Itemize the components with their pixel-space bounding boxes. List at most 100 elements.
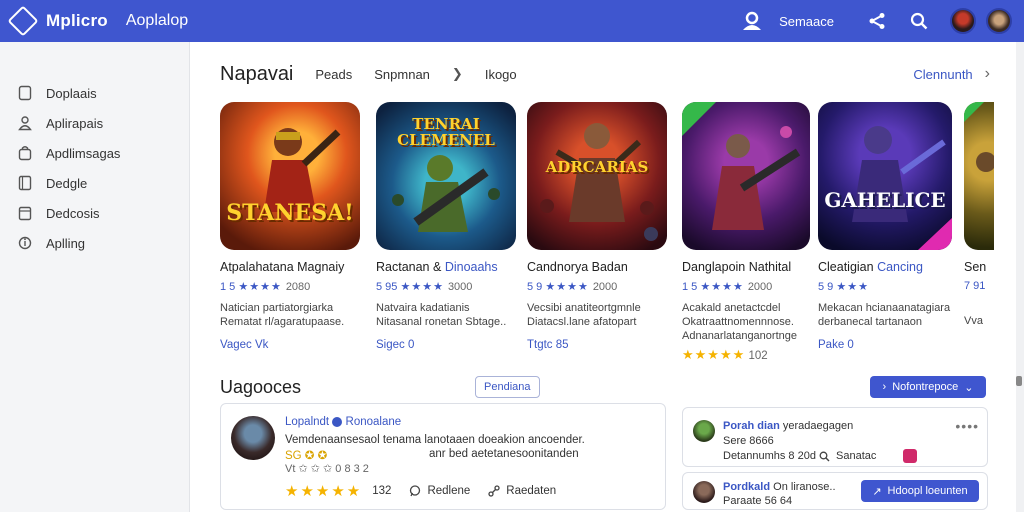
app-name: Cleatigian Cancing <box>818 260 923 274</box>
filter-button[interactable]: Pendiana <box>475 376 540 398</box>
main-content: Napavai Peads Snpmnan ❯ Ikogo Clennunth ›… <box>190 42 1016 512</box>
app-description: Natician partiatorgiarka Rematat rl/agara… <box>220 302 345 328</box>
sidebar-item-doplaais[interactable]: Doplaais <box>0 78 189 108</box>
review-count: 132 <box>372 485 392 497</box>
chevron-right-icon: › <box>984 65 990 82</box>
app-card[interactable]: TENRAI CLEMENEL Ractanan & Dinoaahs 5 95… <box>376 102 516 351</box>
review-emoji-row: SG ✪ ✪ <box>285 450 328 462</box>
rating-stars-icon: ★★★★ <box>700 281 744 293</box>
sidebar-item-label: Aplling <box>46 235 86 251</box>
gold-stars-icon: ★★★★★ <box>682 347 746 362</box>
reviewer-name[interactable]: Lopalndt Ronoalane <box>285 416 401 428</box>
tab-peads[interactable]: Peads <box>315 67 352 82</box>
tab-ikogo[interactable]: Ikogo <box>485 67 517 82</box>
app-thumbnail[interactable] <box>964 102 994 250</box>
app-card-carousel: STANESA! Atpalahatana Magnaiy 1 5 ★★★★ 20… <box>220 102 994 372</box>
reply-button[interactable]: Redlene <box>409 485 470 497</box>
reviewer-avatar[interactable] <box>693 481 715 503</box>
reviewer-line: Porah dian yeradaegagen <box>723 420 854 432</box>
app-thumbnail[interactable]: GAHELICE <box>818 102 952 250</box>
account-icon[interactable] <box>739 8 765 34</box>
app-rating: 7 91 <box>964 280 986 292</box>
user-avatar-2[interactable] <box>986 8 1012 34</box>
send-link[interactable]: Sanatac <box>819 450 876 462</box>
reply-button[interactable]: ↗ Hdoopl loeunten <box>861 480 979 502</box>
app-card[interactable]: Danglapoin Nathital 1 5 ★★★★ 2000 Acakald… <box>682 102 810 363</box>
sidebar-item-label: Aplirapais <box>46 115 104 131</box>
diamond-logo-icon <box>7 5 39 37</box>
app-description: Natvaira kadatianis Nitasanal ronetan Sbt… <box>376 302 507 328</box>
review-text: anr bed aetetanesoonitanden <box>429 448 579 460</box>
user-avatar-1[interactable] <box>950 8 976 34</box>
sidebar: Doplaais Aplirapais Apdlimsagas Dedgle D… <box>0 42 190 512</box>
app-thumbnail[interactable]: STANESA! <box>220 102 360 250</box>
app-description: Vecsibi anatiteortgmnle Diatacsl.lane afa… <box>527 302 641 328</box>
search-icon <box>819 451 830 461</box>
chevron-right-icon[interactable]: ❯ <box>452 66 463 82</box>
comment-icon <box>410 485 421 497</box>
share-icon[interactable] <box>864 8 890 34</box>
write-review-button[interactable]: › Nofontrepoce ⌄ <box>870 376 986 398</box>
review-card-small: Pordkald On liranose.. Paraate 56 64 ↗ Hd… <box>682 472 988 510</box>
verified-icon <box>332 416 343 427</box>
review-meta: Sere 8666 <box>723 435 774 447</box>
see-all-link[interactable]: Clennunth › <box>913 65 990 83</box>
app-name: Danglapoin Nathital <box>682 260 792 274</box>
reviews-title: Uagooces <box>220 376 302 397</box>
app-thumbnail[interactable]: ADRCARIAS <box>527 102 667 250</box>
sidebar-item-apdlimsagas[interactable]: Apdlimsagas <box>0 138 189 168</box>
chevron-icon: › <box>882 381 887 393</box>
app-description: Acakald anetactcdel Okatraattnomennnose. A… <box>682 302 797 342</box>
app-description: Mekacan hcianaanatagiara derbanecal tarta… <box>818 302 951 328</box>
app-price[interactable]: Sigec 0 <box>376 339 516 351</box>
app-thumbnail[interactable] <box>682 102 810 250</box>
app-gold-rating: ★★★★★ 102 <box>682 347 768 362</box>
account-label[interactable]: Semaace <box>779 14 834 29</box>
app-description: Vva <box>964 315 983 327</box>
more-options-icon[interactable]: •••• <box>955 418 979 434</box>
app-price[interactable]: Vagec Vk <box>220 339 360 351</box>
app-name: Atpalahatana Magnaiy <box>220 260 345 274</box>
see-all-label: Clennunth <box>913 66 973 82</box>
review-meta: Vt ✩ ✩ ✩ 0 8 3 2 <box>285 463 369 475</box>
reviewer-avatar[interactable] <box>693 420 715 442</box>
rating-stars-icon: ★★★ <box>836 281 869 293</box>
review-meta: Paraate 56 64 <box>723 495 793 507</box>
sidebar-item-aplling[interactable]: Aplling <box>0 228 189 258</box>
logo[interactable]: Mplicro <box>7 5 126 37</box>
gold-stars-icon: ★★★★★ <box>285 483 363 500</box>
review-card-small: Porah dian yeradaegagen Sere 8666 Detann… <box>682 407 988 467</box>
section-header: Napavai Peads Snpmnan ❯ Ikogo Clennunth › <box>220 62 990 86</box>
doc-icon <box>18 85 32 101</box>
search-icon[interactable] <box>906 8 932 34</box>
app-price[interactable]: Ttgtc 85 <box>527 339 667 351</box>
app-card[interactable]: ADRCARIAS Candnorya Badan 5 9 ★★★★ 2000 V… <box>527 102 667 351</box>
sidebar-item-dedcosis[interactable]: Dedcosis <box>0 198 189 228</box>
tab-snpmnan[interactable]: Snpmnan <box>374 67 430 82</box>
book-icon <box>18 175 32 191</box>
chevron-down-icon: ⌄ <box>964 381 974 394</box>
bag-icon <box>18 146 32 161</box>
app-card[interactable]: Sen 7 91 Vva <box>964 102 994 328</box>
app-rating: 5 9 ★★★ <box>818 281 869 293</box>
share-review-button[interactable]: Raedaten <box>488 485 556 497</box>
review-meta: Detannumhs 8 20d <box>723 450 816 462</box>
sidebar-item-label: Apdlimsagas <box>46 145 121 161</box>
app-title: Aoplalop <box>125 12 189 29</box>
app-thumbnail[interactable]: TENRAI CLEMENEL <box>376 102 516 250</box>
app-rating: 5 95 ★★★★ 3000 <box>376 281 473 293</box>
reviewer-avatar[interactable] <box>231 416 275 460</box>
app-price[interactable]: Pake 0 <box>818 339 952 351</box>
social-icon[interactable] <box>903 449 917 463</box>
thumbnail-title: TENRAI CLEMENEL <box>397 115 495 149</box>
app-name: Ractanan & Dinoaahs <box>376 260 498 274</box>
top-app-bar: Mplicro Aoplalop Semaace <box>0 0 1024 42</box>
app-card[interactable]: STANESA! Atpalahatana Magnaiy 1 5 ★★★★ 20… <box>220 102 360 351</box>
scrollbar-thumb[interactable] <box>1016 376 1022 386</box>
sidebar-item-label: Dedcosis <box>46 205 100 221</box>
app-card[interactable]: GAHELICE Cleatigian Cancing 5 9 ★★★ Meka… <box>818 102 952 351</box>
scrollbar-track[interactable] <box>1016 42 1024 512</box>
app-name: Sen <box>964 260 987 274</box>
sidebar-item-aplirapais[interactable]: Aplirapais <box>0 108 189 138</box>
sidebar-item-dedgle[interactable]: Dedgle <box>0 168 189 198</box>
